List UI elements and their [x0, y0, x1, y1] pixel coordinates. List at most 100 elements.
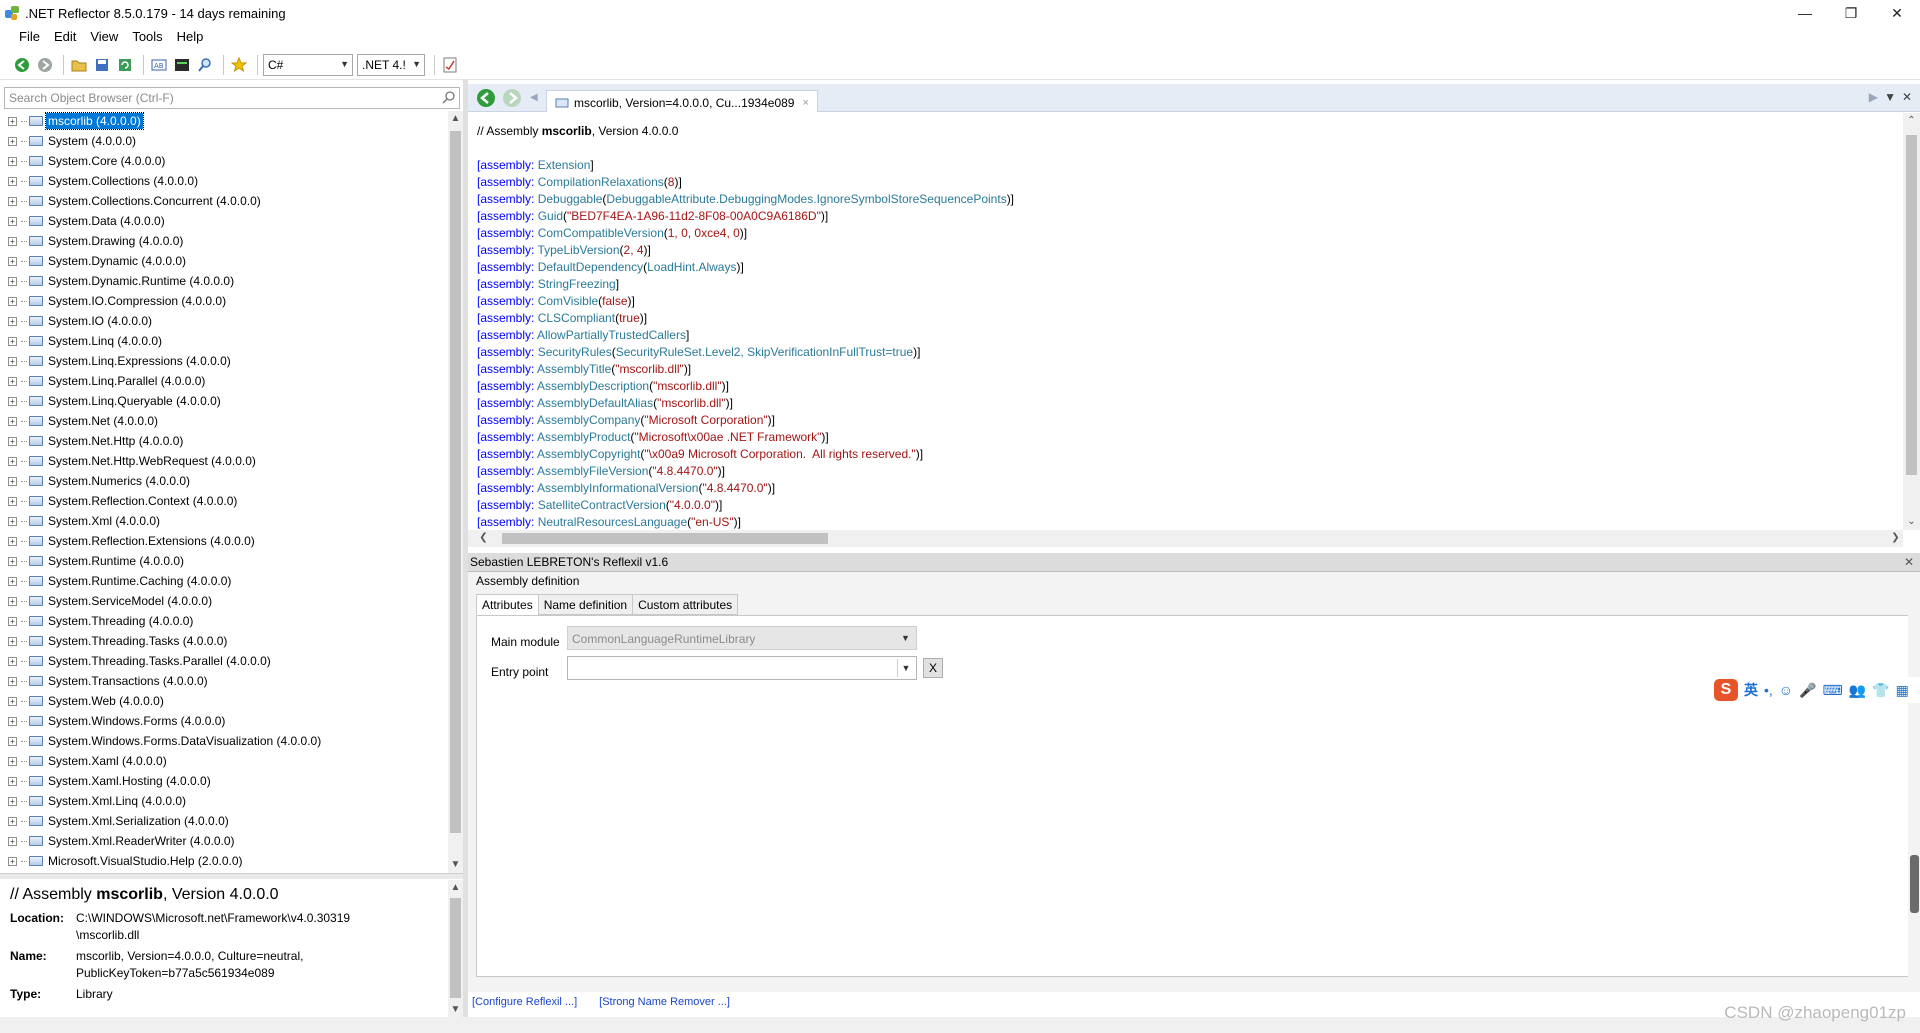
expand-plus-icon[interactable]: +	[8, 856, 17, 866]
bookmark-star-icon[interactable]	[229, 55, 249, 75]
code-vertical-scrollbar[interactable]: ⌃ ⌄	[1903, 113, 1920, 530]
disassembly-code-view[interactable]: // Assembly mscorlib, Version 4.0.0.0 [a…	[468, 113, 1903, 530]
tree-item[interactable]: + System.Threading (4.0.0.0)	[4, 611, 447, 631]
tree-item[interactable]: + System.Dynamic (4.0.0.0)	[4, 251, 447, 271]
tree-item[interactable]: + System.Net (4.0.0.0)	[4, 411, 447, 431]
expand-plus-icon[interactable]: +	[8, 636, 17, 646]
tree-item[interactable]: + System.Xaml.Hosting (4.0.0.0)	[4, 771, 447, 791]
expand-plus-icon[interactable]: +	[8, 336, 17, 346]
ime-mode-toggle[interactable]: 英	[1744, 680, 1758, 700]
object-browser-search-input[interactable]: Search Object Browser (Ctrl-F)	[4, 87, 460, 109]
tree-item[interactable]: + System.Xml (4.0.0.0)	[4, 511, 447, 531]
tree-item[interactable]: + System.Numerics (4.0.0.0)	[4, 471, 447, 491]
tree-item[interactable]: + System.Linq.Queryable (4.0.0.0)	[4, 391, 447, 411]
expand-plus-icon[interactable]: +	[8, 576, 17, 586]
tree-item[interactable]: + System (4.0.0.0)	[4, 131, 447, 151]
tab-name-definition[interactable]: Name definition	[537, 594, 634, 615]
punctuation-icon[interactable]: •,	[1764, 682, 1773, 698]
tree-item[interactable]: + System.IO.Compression (4.0.0.0)	[4, 291, 447, 311]
code-horizontal-scrollbar[interactable]: ❮ ❯	[468, 530, 1903, 547]
restore-button[interactable]: ❐	[1828, 0, 1874, 26]
expand-plus-icon[interactable]: +	[8, 796, 17, 806]
tree-item[interactable]: + System.Dynamic.Runtime (4.0.0.0)	[4, 271, 447, 291]
info-scrollbar[interactable]: ▲ ▼	[448, 880, 463, 1018]
expand-plus-icon[interactable]: +	[8, 316, 17, 326]
skin-shirt-icon[interactable]: 👕	[1872, 682, 1889, 699]
expand-plus-icon[interactable]: +	[8, 756, 17, 766]
save-icon[interactable]	[92, 55, 112, 75]
scroll-up-arrow-icon[interactable]: ▲	[448, 111, 463, 127]
tree-item[interactable]: + mscorlib (4.0.0.0)	[4, 111, 447, 131]
users-icon[interactable]: 👥	[1849, 682, 1866, 699]
tree-item[interactable]: + System.Runtime (4.0.0.0)	[4, 551, 447, 571]
tree-item[interactable]: + System.IO (4.0.0.0)	[4, 311, 447, 331]
tab-scroll-right-icon[interactable]: ▶	[1869, 90, 1878, 104]
microphone-icon[interactable]: 🎤	[1799, 682, 1816, 699]
nav-back-icon[interactable]	[476, 88, 496, 108]
tree-item[interactable]: + System.Web (4.0.0.0)	[4, 691, 447, 711]
strong-name-remover-link[interactable]: [Strong Name Remover ...]	[599, 996, 730, 1008]
scroll-up-arrow-icon[interactable]: ⌃	[1904, 113, 1919, 129]
menu-help[interactable]: Help	[170, 26, 211, 48]
tree-item[interactable]: + System.Xml.Linq (4.0.0.0)	[4, 791, 447, 811]
expand-plus-icon[interactable]: +	[8, 676, 17, 686]
tree-item[interactable]: + System.ServiceModel (4.0.0.0)	[4, 591, 447, 611]
back-arrow-icon[interactable]	[12, 55, 32, 75]
tab-custom-attributes[interactable]: Custom attributes	[632, 594, 739, 615]
expand-plus-icon[interactable]: +	[8, 236, 17, 246]
close-icon[interactable]: ✕	[1904, 555, 1914, 569]
tree-item[interactable]: + System.Threading.Tasks.Parallel (4.0.0.…	[4, 651, 447, 671]
sogou-logo-icon[interactable]: S	[1714, 679, 1738, 701]
expand-plus-icon[interactable]: +	[8, 416, 17, 426]
tree-item[interactable]: + System.Drawing (4.0.0.0)	[4, 231, 447, 251]
expand-plus-icon[interactable]: +	[8, 376, 17, 386]
left-pane-splitter[interactable]	[0, 873, 463, 879]
expand-plus-icon[interactable]: +	[8, 536, 17, 546]
search-icon[interactable]	[442, 90, 456, 107]
tree-item[interactable]: + System.Data (4.0.0.0)	[4, 211, 447, 231]
expand-plus-icon[interactable]: +	[8, 356, 17, 366]
tab-scroll-left-icon[interactable]: ◀	[530, 92, 538, 103]
menu-view[interactable]: View	[83, 26, 125, 48]
tree-item[interactable]: + System.Reflection.Context (4.0.0.0)	[4, 491, 447, 511]
tree-item[interactable]: + System.Windows.Forms (4.0.0.0)	[4, 711, 447, 731]
configure-reflexil-link[interactable]: [Configure Reflexil ...]	[472, 996, 577, 1008]
expand-plus-icon[interactable]: +	[8, 256, 17, 266]
expand-plus-icon[interactable]: +	[8, 596, 17, 606]
close-tab-icon[interactable]: ✕	[1902, 90, 1912, 104]
open-folder-icon[interactable]	[69, 55, 89, 75]
scroll-up-arrow-icon[interactable]: ▲	[448, 880, 463, 896]
expand-plus-icon[interactable]: +	[8, 136, 17, 146]
forward-arrow-icon[interactable]	[35, 55, 55, 75]
tree-item[interactable]: + System.Collections.Concurrent (4.0.0.0)	[4, 191, 447, 211]
refresh-icon[interactable]	[115, 55, 135, 75]
expand-plus-icon[interactable]: +	[8, 696, 17, 706]
scroll-right-arrow-icon[interactable]: ❯	[1888, 530, 1903, 546]
info-scroll-thumb[interactable]	[450, 898, 461, 998]
main-module-select[interactable]: CommonLanguageRuntimeLibrary ▼	[567, 626, 917, 650]
reflexil-side-handle[interactable]	[1908, 615, 1920, 977]
framework-select[interactable]: .NET 4.! ▼	[357, 53, 425, 76]
scroll-down-arrow-icon[interactable]: ⌄	[1904, 514, 1919, 530]
toolbox-grid-icon[interactable]: ▦	[1896, 682, 1909, 699]
menu-file[interactable]: File	[12, 26, 47, 48]
tree-scrollbar[interactable]: ▲ ▼	[448, 111, 463, 873]
expand-plus-icon[interactable]: +	[8, 516, 17, 526]
tree-item[interactable]: + System.Linq.Parallel (4.0.0.0)	[4, 371, 447, 391]
close-window-button[interactable]: ✕	[1874, 0, 1920, 26]
tree-item[interactable]: + System.Threading.Tasks (4.0.0.0)	[4, 631, 447, 651]
expand-plus-icon[interactable]: +	[8, 616, 17, 626]
menu-edit[interactable]: Edit	[47, 26, 83, 48]
expand-plus-icon[interactable]: +	[8, 296, 17, 306]
tree-item[interactable]: + System.Linq (4.0.0.0)	[4, 331, 447, 351]
disassemble-icon[interactable]: AB	[149, 55, 169, 75]
tree-item[interactable]: + System.Net.Http.WebRequest (4.0.0.0)	[4, 451, 447, 471]
expand-plus-icon[interactable]: +	[8, 816, 17, 826]
expand-plus-icon[interactable]: +	[8, 656, 17, 666]
code-vscroll-thumb[interactable]	[1906, 135, 1917, 475]
nav-forward-icon[interactable]	[502, 88, 522, 108]
code-hscroll-thumb[interactable]	[502, 533, 828, 544]
tree-item[interactable]: + System.Xml.Serialization (4.0.0.0)	[4, 811, 447, 831]
search-icon[interactable]	[195, 55, 215, 75]
entry-point-select[interactable]: ▼	[567, 656, 917, 680]
